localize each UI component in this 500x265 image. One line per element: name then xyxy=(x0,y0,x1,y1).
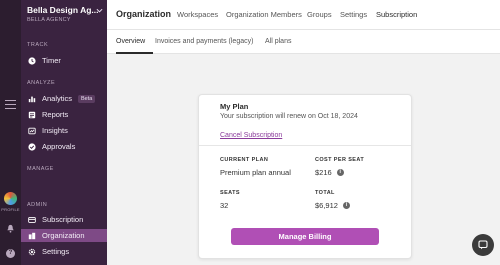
plan-title: My Plan xyxy=(220,102,249,111)
sidebar-item-label: Subscription xyxy=(42,215,84,224)
top-header: Organization Workspaces Organization Mem… xyxy=(107,0,500,30)
sidebar-item-label: Insights xyxy=(42,126,68,135)
cost-text: $216 xyxy=(315,168,332,177)
chat-icon xyxy=(478,240,488,250)
help-icon[interactable]: ? xyxy=(6,249,15,258)
current-plan-text: Premium plan annual xyxy=(220,168,291,177)
subtab-overview[interactable]: Overview xyxy=(116,38,145,45)
total-label: TOTAL xyxy=(315,190,335,196)
sidebar-item-label: Analytics xyxy=(42,94,73,103)
sidebar-item-label: Settings xyxy=(42,247,70,256)
bell-icon[interactable] xyxy=(6,224,15,233)
cost-per-seat-value: $216 i xyxy=(315,168,344,177)
info-icon[interactable]: i xyxy=(342,202,350,209)
info-icon[interactable]: i xyxy=(336,169,344,176)
current-plan-value: Premium plan annual xyxy=(220,168,291,177)
sidebar-item-subscription[interactable]: Subscription xyxy=(21,213,107,226)
plan-card: My Plan Your subscription will renew on … xyxy=(198,94,412,259)
seats-label: SEATS xyxy=(220,190,240,196)
tab-groups[interactable]: Groups xyxy=(307,10,332,19)
section-admin: ADMIN xyxy=(27,202,48,208)
workspace-switcher[interactable]: Bella Design Ag... BELLA AGENCY xyxy=(21,0,107,28)
total-text: $6,912 xyxy=(315,201,338,210)
chevron-down-icon xyxy=(96,8,103,13)
check-circle-icon xyxy=(28,142,36,151)
tab-subscription[interactable]: Subscription xyxy=(376,10,417,19)
insights-icon xyxy=(28,127,36,134)
sidebar-item-label: Reports xyxy=(42,110,69,119)
building-icon xyxy=(28,232,36,239)
bar-chart-icon xyxy=(28,96,36,102)
seats-text: 32 xyxy=(220,201,229,210)
total-value: $6,912 i xyxy=(315,201,350,210)
card-icon xyxy=(28,216,36,223)
profile-avatar[interactable] xyxy=(4,192,17,205)
section-analyze: ANALYZE xyxy=(27,80,56,86)
subtab-bar: Overview Invoices and payments (legacy) … xyxy=(107,30,500,54)
profile-label: PROFILE xyxy=(1,207,20,212)
tab-workspaces[interactable]: Workspaces xyxy=(177,10,218,19)
seats-value: 32 xyxy=(220,201,228,210)
sidebar-item-label: Timer xyxy=(42,56,61,65)
cost-per-seat-label: COST PER SEAT xyxy=(315,157,365,163)
tab-organization-members[interactable]: Organization Members xyxy=(226,10,302,19)
manage-billing-button[interactable]: Manage Billing xyxy=(231,228,379,245)
gear-icon xyxy=(28,248,36,255)
subtab-all-plans[interactable]: All plans xyxy=(265,38,291,45)
section-track: TRACK xyxy=(27,42,49,48)
active-tab-underline xyxy=(116,52,153,54)
sidebar-item-label: Organization xyxy=(42,231,85,240)
renewal-text: Your subscription will renew on Oct 18, … xyxy=(220,113,358,120)
beta-badge: Beta xyxy=(78,94,96,103)
sidebar-item-approvals[interactable]: Approvals xyxy=(21,140,107,153)
sidebar: Bella Design Ag... BELLA AGENCY TRACK Ti… xyxy=(21,0,107,265)
hamburger-menu-icon[interactable] xyxy=(5,100,16,109)
workspace-subtitle: BELLA AGENCY xyxy=(27,17,71,23)
left-rail: PROFILE ? xyxy=(0,0,21,265)
sidebar-item-reports[interactable]: Reports xyxy=(21,108,107,121)
sidebar-item-label: Approvals xyxy=(42,142,76,151)
page-title: Organization xyxy=(116,9,172,19)
tab-settings[interactable]: Settings xyxy=(340,10,367,19)
sidebar-item-timer[interactable]: Timer xyxy=(21,54,107,67)
sidebar-item-settings[interactable]: Settings xyxy=(21,245,107,258)
sidebar-item-analytics[interactable]: Analytics Beta xyxy=(21,92,107,105)
sidebar-item-insights[interactable]: Insights xyxy=(21,124,107,137)
sidebar-item-organization[interactable]: Organization xyxy=(21,229,107,242)
divider xyxy=(199,145,411,146)
section-manage: MANAGE xyxy=(27,166,54,172)
report-icon xyxy=(28,111,36,118)
cancel-subscription-link[interactable]: Cancel Subscription xyxy=(220,132,282,139)
current-plan-label: CURRENT PLAN xyxy=(220,157,269,163)
chat-support-button[interactable] xyxy=(472,234,494,256)
subtab-invoices[interactable]: Invoices and payments (legacy) xyxy=(155,38,253,45)
clock-icon xyxy=(28,56,36,65)
workspace-name: Bella Design Ag... xyxy=(27,5,99,15)
